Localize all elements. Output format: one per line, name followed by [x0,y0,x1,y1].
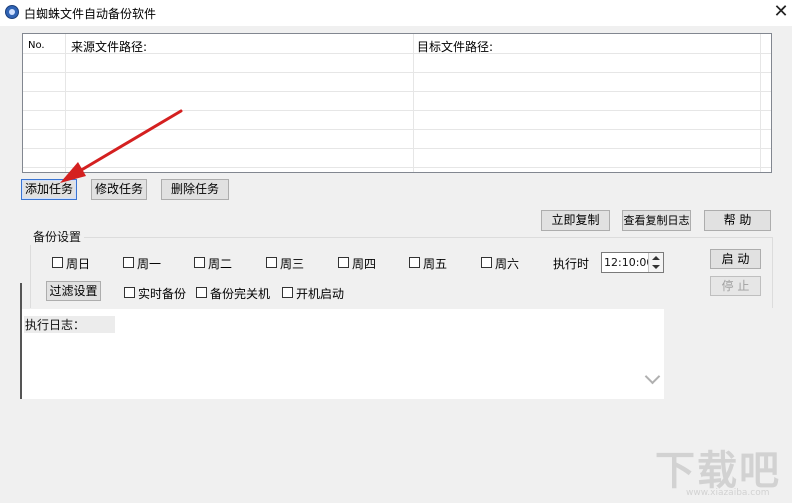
watermark-url: www.xiazaiba.com [686,488,770,498]
annotation-arrow [60,109,183,183]
arrow-shaft [76,109,183,174]
arrow-head-icon [60,162,86,183]
